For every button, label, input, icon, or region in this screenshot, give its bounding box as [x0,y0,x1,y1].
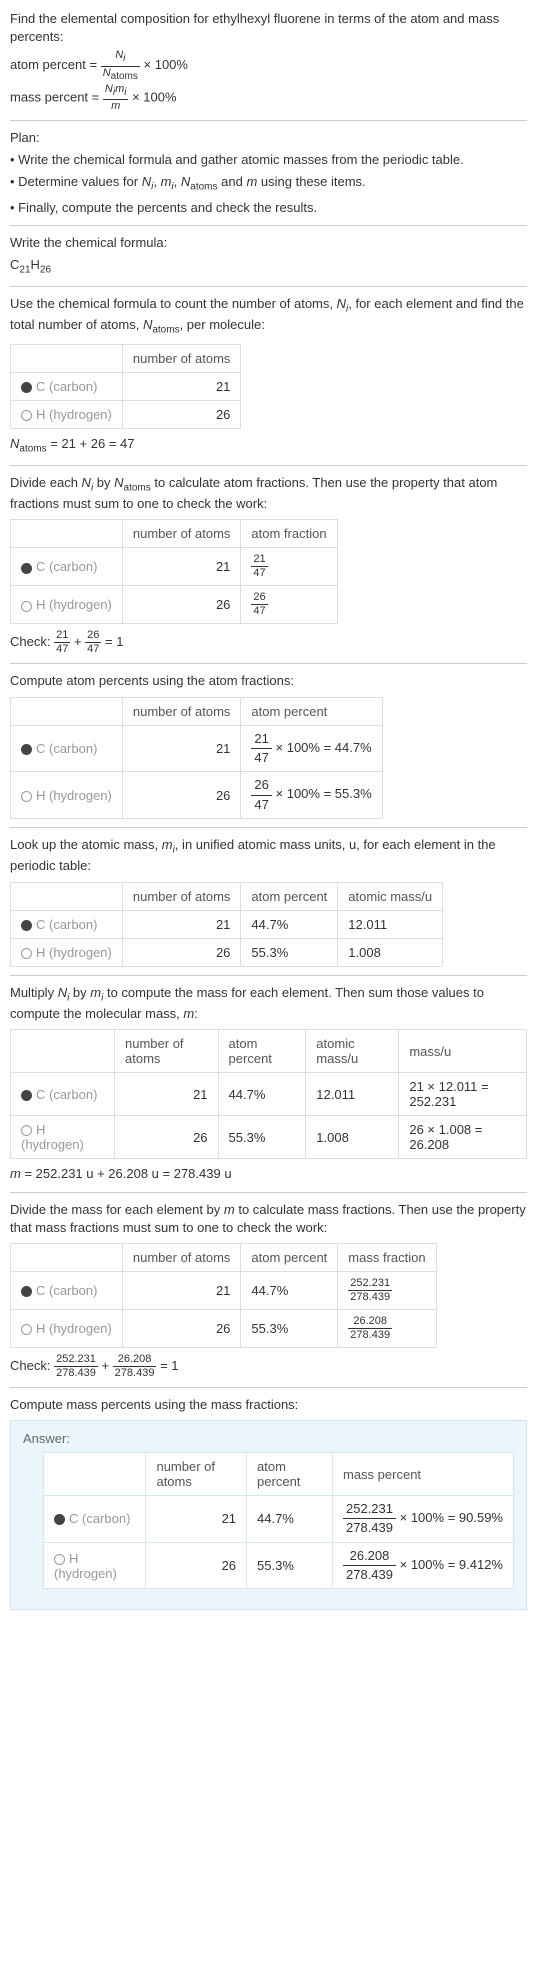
plan-bullet-1: • Write the chemical formula and gather … [10,151,527,169]
intro-text: Find the elemental composition for ethyl… [10,10,527,46]
step3-check: Check: 2147 + 2647 = 1 [10,630,527,655]
carbon-swatch-icon [21,920,32,931]
table-row: H (hydrogen) 26 55.3% 26.208278.439 × 10… [44,1542,514,1589]
table-header: number of atoms [11,345,241,373]
table-row: H (hydrogen) 26 [11,401,241,429]
hydrogen-swatch-icon [21,410,32,421]
step3-text: Divide each Ni by Natoms to calculate at… [10,474,527,514]
table-row: C (carbon) 21 2147 [11,548,338,586]
chemical-formula: C21H26 [10,256,527,278]
step1-heading: Write the chemical formula: [10,234,527,252]
step6-table: number of atoms atom percent atomic mass… [10,1029,527,1159]
divider [10,975,527,976]
hydrogen-swatch-icon [21,948,32,959]
divider [10,120,527,121]
hydrogen-swatch-icon [21,791,32,802]
step4-table: number of atoms atom percent C (carbon) … [10,697,383,819]
table-header: number of atoms atom percent atomic mass… [11,1030,527,1073]
hydrogen-swatch-icon [21,1324,32,1335]
carbon-swatch-icon [21,382,32,393]
divider [10,1387,527,1388]
step3-table: number of atoms atom fraction C (carbon)… [10,519,338,624]
document-body: Find the elemental composition for ethyl… [0,0,537,1616]
step2-text: Use the chemical formula to count the nu… [10,295,527,338]
answer-box: Answer: number of atoms atom percent mas… [10,1420,527,1610]
carbon-swatch-icon [21,1286,32,1297]
table-header: number of atoms atom fraction [11,520,338,548]
table-row: H (hydrogen) 26 2647 × 100% = 55.3% [11,772,383,819]
table-header: number of atoms atom percent atomic mass… [11,882,443,910]
table-header: number of atoms atom percent mass fracti… [11,1243,437,1271]
plan-bullet-2: • Determine values for Ni, mi, Natoms an… [10,173,527,195]
step2-table: number of atoms C (carbon) 21 H (hydroge… [10,344,241,429]
table-row: C (carbon) 21 2147 × 100% = 44.7% [11,725,383,772]
table-row: C (carbon) 21 44.7% 252.231278.439 × 100… [44,1496,514,1543]
carbon-swatch-icon [21,1090,32,1101]
step5-text: Look up the atomic mass, mi, in unified … [10,836,527,876]
divider [10,286,527,287]
step4-heading: Compute atom percents using the atom fra… [10,672,527,690]
carbon-swatch-icon [21,744,32,755]
step7-text: Divide the mass for each element by m to… [10,1201,527,1237]
atom-percent-label: atom percent = [10,58,97,73]
table-row: H (hydrogen) 26 2647 [11,586,338,624]
table-row: H (hydrogen) 26 55.3% 1.008 [11,938,443,966]
divider [10,827,527,828]
table-row: H (hydrogen) 26 55.3% 26.208278.439 [11,1309,437,1347]
answer-table: number of atoms atom percent mass percen… [43,1452,514,1589]
divider [10,225,527,226]
divider [10,465,527,466]
table-row: H (hydrogen) 26 55.3% 1.008 26 × 1.008 =… [11,1116,527,1159]
step8-heading: Compute mass percents using the mass fra… [10,1396,527,1414]
times-100-2: × 100% [132,89,176,104]
table-header: number of atoms atom percent mass percen… [44,1453,514,1496]
col-atoms: number of atoms [122,345,241,373]
carbon-swatch-icon [54,1514,65,1525]
plan-heading: Plan: [10,129,527,147]
table-row: C (carbon) 21 [11,373,241,401]
step6-sum: m = 252.231 u + 26.208 u = 278.439 u [10,1165,527,1183]
step2-sum: Natoms = 21 + 26 = 47 [10,435,527,457]
table-row: C (carbon) 21 44.7% 252.231278.439 [11,1271,437,1309]
hydrogen-swatch-icon [21,601,32,612]
mass-percent-label: mass percent = [10,89,99,104]
divider [10,1192,527,1193]
step7-check: Check: 252.231278.439 + 26.208278.439 = … [10,1354,527,1379]
table-row: C (carbon) 21 44.7% 12.011 [11,910,443,938]
hydrogen-swatch-icon [54,1554,65,1565]
hydrogen-swatch-icon [21,1125,32,1136]
divider [10,663,527,664]
mass-percent-formula: mass percent = Nimi m × 100% [10,84,527,112]
step5-table: number of atoms atom percent atomic mass… [10,882,443,967]
table-header: number of atoms atom percent [11,697,383,725]
carbon-swatch-icon [21,563,32,574]
plan-bullet-3: • Finally, compute the percents and chec… [10,199,527,217]
table-row: C (carbon) 21 44.7% 12.011 21 × 12.011 =… [11,1073,527,1116]
answer-label: Answer: [23,1431,514,1446]
step7-table: number of atoms atom percent mass fracti… [10,1243,437,1348]
atom-percent-formula: atom percent = Ni Natoms × 100% [10,50,527,81]
step6-text: Multiply Ni by mi to compute the mass fo… [10,984,527,1024]
times-100: × 100% [144,58,188,73]
